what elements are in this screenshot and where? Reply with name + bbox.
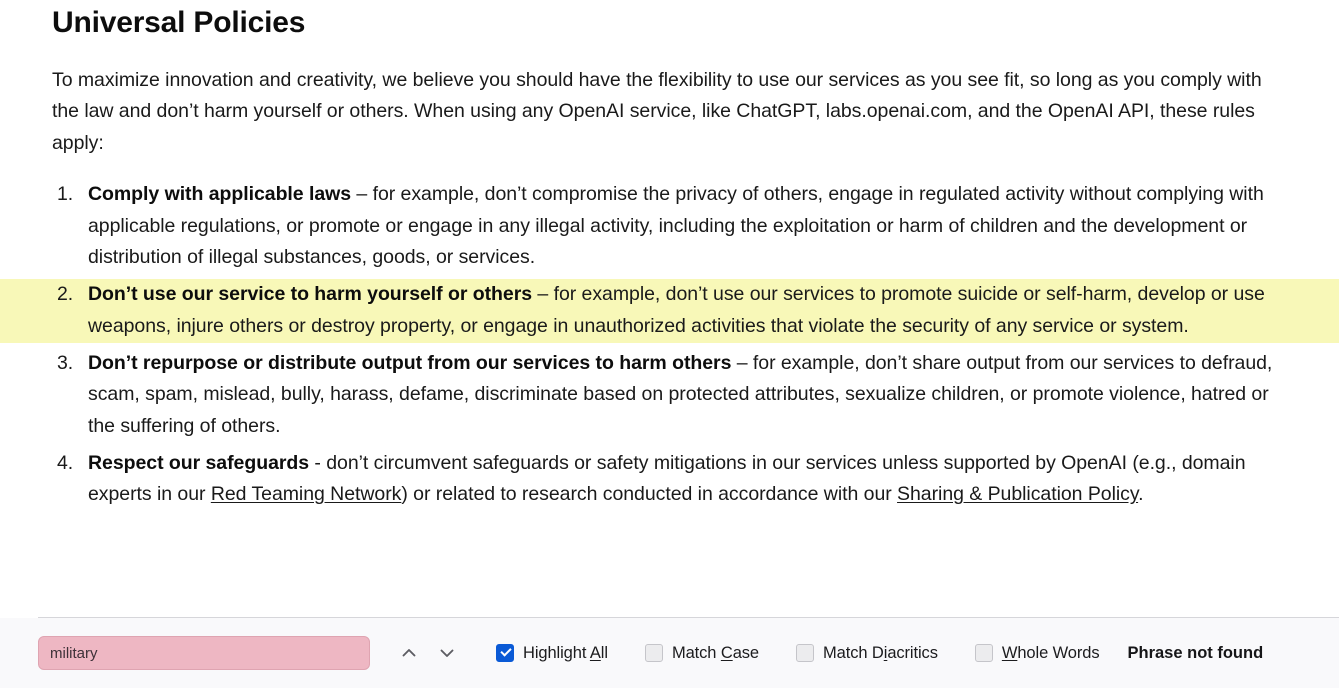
sharing-publication-policy-link[interactable]: Sharing & Publication Policy (897, 483, 1138, 505)
find-previous-button[interactable] (392, 636, 426, 670)
list-item: Don’t use our service to harm yourself o… (0, 279, 1339, 343)
list-item: Respect our safeguards - don’t circumven… (52, 448, 1299, 511)
match-case-label: Match Case (671, 643, 759, 662)
find-options: Highlight All Match Case Match Diacritic… (496, 644, 1100, 663)
document-content: Universal Policies To maximize innovatio… (0, 0, 1339, 617)
rule-body-part-3: . (1138, 483, 1144, 506)
highlight-all-label: Highlight All (523, 643, 608, 662)
chevron-up-icon (399, 643, 419, 663)
universal-policies-list: Comply with applicable laws – for exampl… (0, 179, 1339, 511)
rule-body-part-2: ) or related to research conducted in ac… (401, 483, 898, 506)
whole-words-checkbox[interactable] (974, 644, 993, 662)
chevron-down-icon (437, 643, 457, 663)
highlight-all-checkbox[interactable] (496, 644, 514, 662)
highlight-all-option[interactable]: Highlight All (496, 644, 608, 663)
match-diacritics-label: Match Diacritics (823, 643, 938, 662)
rule-lead: Don’t use our service to harm yourself o… (88, 283, 533, 306)
list-item: Comply with applicable laws – for exampl… (52, 179, 1299, 274)
find-next-button[interactable] (430, 636, 464, 670)
page-title: Universal Policies (52, 6, 306, 39)
find-bar: Highlight All Match Case Match Diacritic… (0, 617, 1339, 688)
match-diacritics-checkbox[interactable] (796, 644, 814, 662)
rule-lead: Don’t repurpose or distribute output fro… (88, 351, 732, 374)
match-case-checkbox[interactable] (644, 644, 663, 662)
match-diacritics-option[interactable]: Match Diacritics (796, 644, 938, 663)
whole-words-option[interactable]: Whole Words (974, 643, 1100, 663)
match-case-option[interactable]: Match Case (644, 643, 759, 663)
rule-lead: Respect our safeguards (88, 451, 310, 474)
red-teaming-network-link[interactable]: Red Teaming Network (211, 483, 402, 505)
whole-words-label: Whole Words (1001, 643, 1100, 662)
browser-page-with-findbar: Universal Policies To maximize innovatio… (0, 0, 1339, 688)
rule-lead: Comply with applicable laws (88, 183, 352, 205)
list-item: Don’t repurpose or distribute output fro… (52, 348, 1299, 443)
find-navigation-buttons (392, 636, 464, 670)
find-status-message: Phrase not found (1127, 643, 1264, 662)
intro-paragraph: To maximize innovation and creativity, w… (52, 68, 1262, 154)
find-input[interactable] (38, 636, 370, 670)
